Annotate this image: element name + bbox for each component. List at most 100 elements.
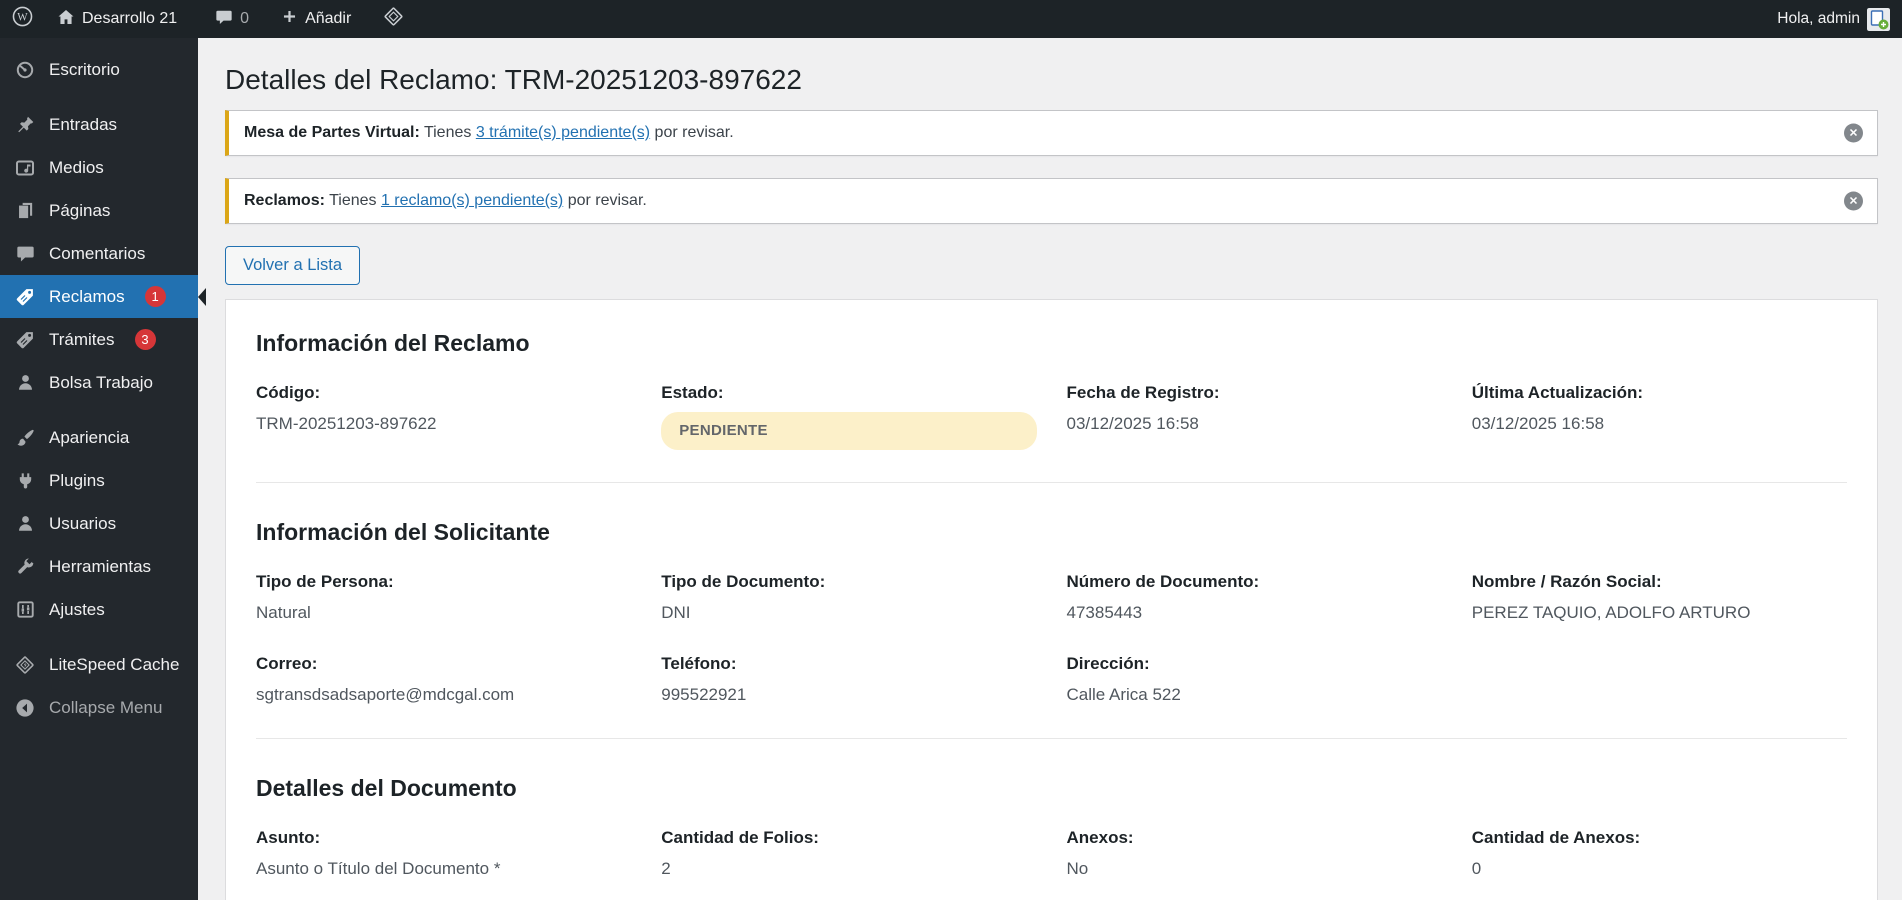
sidebar-item-usuarios[interactable]: Usuarios (0, 502, 198, 545)
reclamo-details-card: Información del Reclamo Código: TRM-2025… (225, 299, 1878, 900)
media-icon (13, 157, 37, 179)
field-value: 03/12/2025 16:58 (1471, 414, 1605, 433)
notice-reclamos: Reclamos: Tienes 1 reclamo(s) pendiente(… (225, 178, 1878, 224)
sidebar-item-label: Ajustes (49, 599, 105, 619)
sidebar-item-medios[interactable]: Medios (0, 146, 198, 189)
field-label: Cantidad de Folios: (661, 827, 819, 847)
field-label: Dirección: (1066, 653, 1150, 673)
collapse-arrow-icon (13, 697, 37, 719)
comment-icon (13, 243, 37, 265)
field-value: TRM-20251203-897622 (256, 414, 437, 433)
field-correo: Correo: sgtransdsadsaporte@mdcgal.com (256, 654, 631, 706)
fields-grid: Tipo de Persona: Natural Tipo de Documen… (256, 572, 1847, 706)
field-telefono: Teléfono: 995522921 (661, 654, 1036, 706)
litespeed-bar-item[interactable] (371, 0, 416, 38)
sidebar-item-label: Herramientas (49, 556, 152, 576)
add-new-menu[interactable]: Añadir (269, 0, 363, 38)
field-value: PEREZ TAQUIO, ADOLFO ARTURO (1471, 602, 1751, 622)
notice-bold-label: Mesa de Partes Virtual: (244, 124, 420, 141)
sidebar-item-ajustes[interactable]: Ajustes (0, 588, 198, 631)
menu-separator (0, 91, 198, 103)
menu-separator (0, 631, 198, 643)
field-value: 47385443 (1066, 602, 1143, 622)
field-label: Tipo de Documento: (661, 571, 826, 591)
field-label: Nombre / Razón Social: (1471, 571, 1662, 591)
field-label: Estado: (661, 383, 724, 402)
menu-separator (0, 404, 198, 416)
field-estado: Estado: PENDIENTE (661, 383, 1037, 450)
field-nombre-razon-social: Nombre / Razón Social: PEREZ TAQUIO, ADO… (1472, 572, 1847, 624)
notice-text: Tienes (419, 124, 476, 141)
sidebar-item-bolsa-trabajo[interactable]: Bolsa Trabajo (0, 361, 198, 404)
notice-bold-label: Reclamos: (244, 192, 325, 209)
back-to-list-button[interactable]: Volver a Lista (225, 246, 361, 285)
sidebar-item-label: Comentarios (49, 243, 146, 263)
comments-bar-item[interactable]: 0 (203, 0, 261, 38)
fields-grid: Asunto: Asunto o Título del Documento * … (256, 828, 1847, 900)
field-value: 0 (1471, 858, 1482, 878)
admin-menu-sidebar: Escritorio Entradas Medios Páginas Comen… (0, 38, 206, 900)
notice-text: por revisar. (563, 192, 647, 209)
field-asunto: Asunto: Asunto o Título del Documento * (256, 828, 631, 880)
wrench-icon (13, 556, 37, 578)
field-value: 995522921 (661, 684, 747, 704)
sidebar-item-apariencia[interactable]: Apariencia (0, 416, 198, 459)
sidebar-item-litespeed-cache[interactable]: LiteSpeed Cache (0, 643, 198, 686)
field-label: Teléfono: (661, 653, 737, 673)
notice-text: Tienes (324, 192, 381, 209)
field-label: Correo: (256, 653, 318, 673)
sidebar-item-reclamos[interactable]: Reclamos 1 (0, 275, 206, 318)
sidebar-item-paginas[interactable]: Páginas (0, 189, 198, 232)
site-name-link[interactable]: Desarrollo 21 (45, 0, 189, 38)
wordpress-logo-menu[interactable]: W (0, 0, 45, 38)
sidebar-item-label: Reclamos (49, 286, 125, 306)
field-tipo-documento: Tipo de Documento: DNI (661, 572, 1036, 624)
field-label: Cantidad de Anexos: (1471, 827, 1641, 847)
svg-text:W: W (17, 11, 28, 23)
pending-reclamos-link[interactable]: 1 reclamo(s) pendiente(s) (381, 192, 563, 209)
page-title: Detalles del Reclamo: TRM-20251203-89762… (225, 64, 802, 95)
section-title-detalles-documento: Detalles del Documento (256, 774, 517, 801)
reclamos-count-badge: 1 (144, 286, 166, 307)
sidebar-item-comentarios[interactable]: Comentarios (0, 232, 198, 275)
dismiss-notice-icon[interactable] (1844, 191, 1863, 211)
sidebar-item-plugins[interactable]: Plugins (0, 459, 198, 502)
businessperson-icon (13, 372, 37, 394)
pages-icon (13, 200, 37, 222)
notice-mesa-de-partes: Mesa de Partes Virtual: Tienes 3 trámite… (225, 110, 1878, 156)
collapse-menu-button[interactable]: Collapse Menu (0, 686, 198, 729)
field-label: Tipo de Persona: (256, 571, 394, 591)
admin-bar: W Desarrollo 21 0 Añadir Hola, admin (0, 0, 1902, 38)
add-new-label: Añadir (305, 10, 352, 27)
sidebar-item-herramientas[interactable]: Herramientas (0, 545, 198, 588)
sidebar-item-entradas[interactable]: Entradas (0, 103, 198, 146)
field-value: No (1066, 858, 1089, 878)
field-label: Última Actualización: (1471, 383, 1644, 402)
sidebar-item-label: Trámites (49, 329, 115, 349)
field-value: Natural (256, 602, 311, 622)
sidebar-item-tramites[interactable]: Trámites 3 (0, 318, 198, 361)
sidebar-item-escritorio[interactable]: Escritorio (0, 48, 198, 91)
home-icon (57, 8, 75, 31)
field-tipo-persona: Tipo de Persona: Natural (256, 572, 631, 624)
collapse-menu-label: Collapse Menu (49, 697, 163, 717)
comments-count: 0 (240, 10, 250, 27)
sidebar-item-label: Bolsa Trabajo (49, 372, 153, 392)
field-label: Código: (256, 383, 321, 402)
sidebar-item-label: Páginas (49, 200, 111, 220)
pending-tramites-link[interactable]: 3 trámite(s) pendiente(s) (476, 124, 650, 141)
dismiss-notice-icon[interactable] (1844, 123, 1863, 143)
field-label: Anexos: (1066, 827, 1134, 847)
field-cantidad-folios: Cantidad de Folios: 2 (661, 828, 1036, 880)
pushpin-icon (13, 114, 37, 136)
sidebar-item-label: Usuarios (49, 513, 117, 533)
ticket-icon (13, 286, 37, 308)
section-divider (256, 737, 1847, 739)
field-ultima-actualizacion: Última Actualización: 03/12/2025 16:58 (1472, 383, 1847, 450)
field-empty (1472, 654, 1847, 706)
litespeed-diamond-icon (13, 654, 37, 676)
sliders-icon (13, 599, 37, 621)
site-name-label: Desarrollo 21 (82, 10, 178, 27)
my-account-menu[interactable]: Hola, admin (1765, 0, 1902, 38)
field-direccion: Dirección: Calle Arica 522 (1067, 654, 1442, 706)
